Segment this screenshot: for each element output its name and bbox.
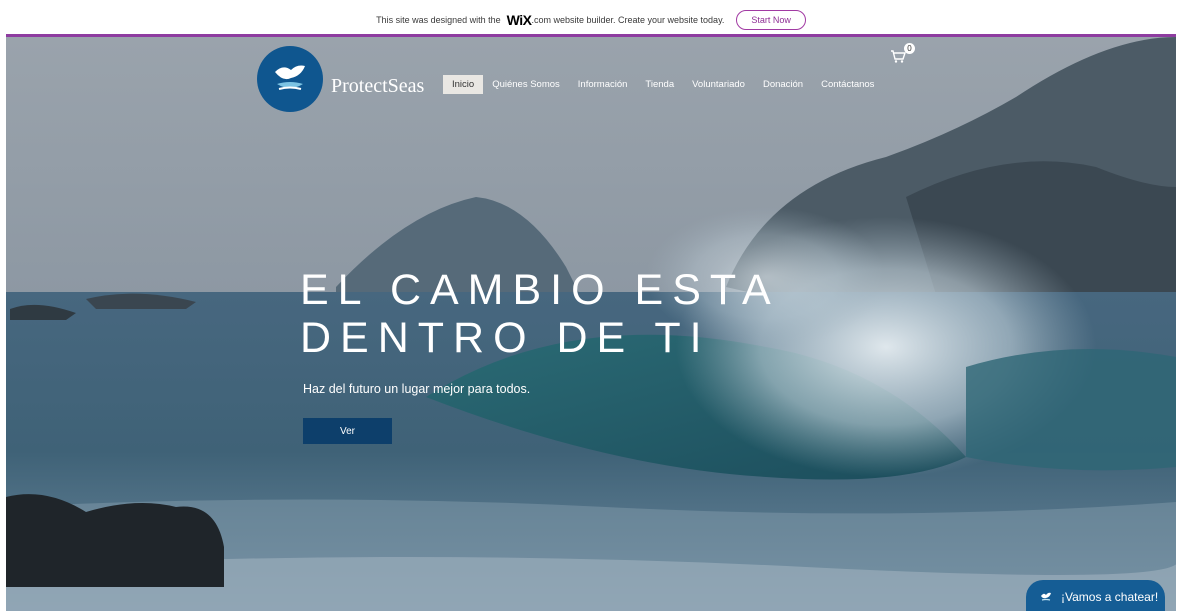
wix-banner-text: This site was designed with the	[376, 14, 501, 25]
hero-headline: EL CAMBIO ESTA DENTRO DE TI	[300, 266, 780, 362]
cart-icon	[891, 50, 906, 63]
nav-item-voluntariado[interactable]: Voluntariado	[683, 75, 754, 94]
nav-item-quienes-somos[interactable]: Quiénes Somos	[483, 75, 569, 94]
hero-subtitle: Haz del futuro un lugar mejor para todos…	[303, 382, 531, 396]
cart-count-badge: 0	[904, 43, 915, 54]
whale-tail-icon	[275, 65, 305, 90]
whale-tail-icon	[1041, 592, 1051, 601]
nav-item-donacion[interactable]: Donación	[754, 75, 812, 94]
nav-item-informacion[interactable]: Información	[569, 75, 637, 94]
nav-item-inicio[interactable]: Inicio	[443, 75, 484, 94]
hero-section: ProtectSeas Inicio Quiénes Somos Informa…	[6, 37, 1176, 611]
wix-banner: This site was designed with the WiX .com…	[6, 5, 1176, 37]
chat-button[interactable]: ¡Vamos a chatear!	[1026, 580, 1165, 611]
hero-headline-line2: DENTRO DE TI	[300, 314, 711, 362]
nav-item-tienda[interactable]: Tienda	[636, 75, 683, 94]
chat-button-label: ¡Vamos a chatear!	[1061, 590, 1159, 604]
ver-button[interactable]: Ver	[303, 418, 392, 444]
hero-headline-line1: EL CAMBIO ESTA	[300, 266, 780, 314]
nav-item-contactanos[interactable]: Contáctanos	[812, 75, 883, 94]
wix-logo[interactable]: WiX	[507, 12, 532, 28]
cart-button[interactable]: 0	[890, 43, 920, 65]
start-now-button[interactable]: Start Now	[736, 9, 806, 30]
main-nav: Inicio Quiénes Somos Información Tienda …	[443, 75, 883, 94]
protectseas-logo[interactable]	[257, 46, 323, 112]
brand-name[interactable]: ProtectSeas	[331, 75, 424, 98]
wix-banner-text-after: .com website builder. Create your websit…	[531, 14, 725, 25]
